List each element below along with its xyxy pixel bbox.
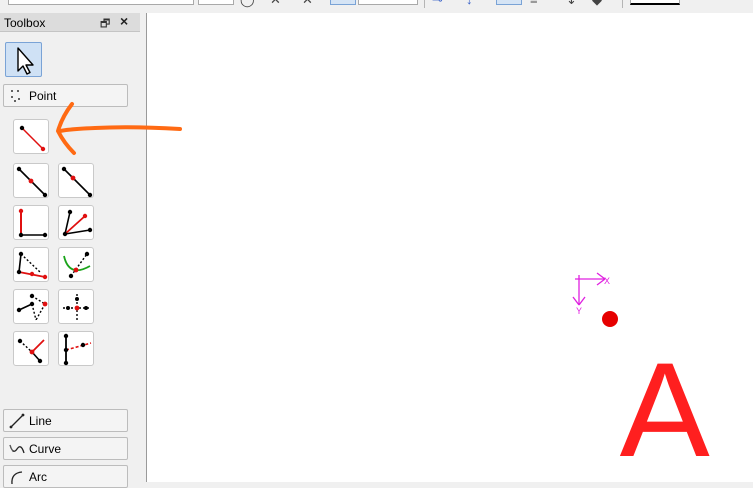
toolbar-pin-icon[interactable] — [496, 0, 522, 5]
toolbar-arrows-icon[interactable]: ↕ — [466, 0, 473, 6]
point-on-line-tool[interactable] — [13, 331, 49, 366]
axis-cross-icon — [63, 294, 90, 321]
toolbox-title: Toolbox — [4, 16, 46, 30]
spline-dashed-icon — [16, 293, 48, 321]
toolbar-down-icon[interactable]: ⇣ — [566, 0, 577, 6]
group-curve-label: Curve — [29, 442, 62, 456]
group-line-button[interactable]: Line — [3, 409, 128, 432]
spline-dashed-tool[interactable] — [13, 289, 49, 324]
line-segment-tool[interactable] — [13, 119, 49, 154]
curve-intersection-icon — [63, 251, 91, 279]
curve-group-icon — [9, 444, 25, 454]
line-ray-icon — [61, 166, 93, 198]
toolbar-star-icon[interactable]: ✕ — [270, 0, 281, 6]
point-on-line-icon — [17, 338, 45, 364]
toolbar-cross-icon[interactable]: ✕ — [302, 0, 313, 6]
triangle-dashed-icon — [16, 251, 48, 280]
toolbox-header: Toolbox 🗗 × — [0, 13, 140, 32]
group-point-button[interactable]: Point — [3, 84, 128, 107]
group-point-label: Point — [29, 89, 57, 103]
toolbar-shape-icon[interactable]: ◆ — [592, 0, 602, 6]
group-line-label: Line — [29, 414, 52, 428]
toolbar-combo-3[interactable] — [358, 0, 418, 5]
line-through-point-tool[interactable] — [13, 163, 49, 198]
line-ray-tool[interactable] — [58, 163, 94, 198]
perpendicular-angle-icon — [18, 208, 48, 238]
angle-bisector-icon — [62, 209, 93, 237]
curve-intersection-tool[interactable] — [58, 247, 94, 282]
perpendicular-angle-tool[interactable] — [13, 205, 49, 240]
toolbox-panel: Toolbox 🗗 × Point Line Curve Arc — [0, 13, 146, 488]
canvas-letter-a: A — [618, 342, 712, 456]
toolbar-text-tool-icon[interactable] — [330, 0, 356, 5]
restore-icon[interactable]: 🗗 — [100, 15, 110, 34]
line-through-point-icon — [16, 166, 48, 198]
main-toolbar-strip: ◯ ✕ ✕ ⊸ ↕ ≡ ⇣ ◆ — [0, 0, 753, 11]
group-curve-button[interactable]: Curve — [3, 437, 128, 460]
perpendicular-dashed-tool[interactable] — [58, 331, 94, 366]
pointer-tool-button[interactable] — [5, 42, 42, 77]
perpendicular-dashed-icon — [63, 333, 92, 366]
angle-bisector-tool[interactable] — [58, 205, 94, 240]
toolbar-combo-2[interactable] — [198, 0, 234, 5]
toolbar-line-weight[interactable] — [630, 0, 680, 5]
group-arc-button[interactable]: Arc — [3, 465, 128, 488]
toolbar-layers-icon[interactable]: ≡ — [530, 0, 538, 6]
triangle-dashed-tool[interactable] — [13, 247, 49, 282]
toolbar-separator — [424, 0, 425, 8]
toolbar-separator-2 — [622, 0, 623, 8]
point-group-icon — [11, 90, 20, 102]
line-segment-tool-icon — [19, 125, 46, 152]
toolbar-node-icon[interactable]: ⊸ — [432, 0, 443, 6]
pointer-arrow-icon — [17, 47, 34, 75]
toolbar-combo-1[interactable] — [8, 0, 194, 5]
axis-cross-tool[interactable] — [58, 289, 94, 324]
toolbar-circle-icon[interactable]: ◯ — [240, 0, 255, 6]
close-icon[interactable]: × — [120, 13, 128, 29]
line-group-icon — [9, 413, 25, 429]
arc-group-icon — [11, 471, 23, 485]
